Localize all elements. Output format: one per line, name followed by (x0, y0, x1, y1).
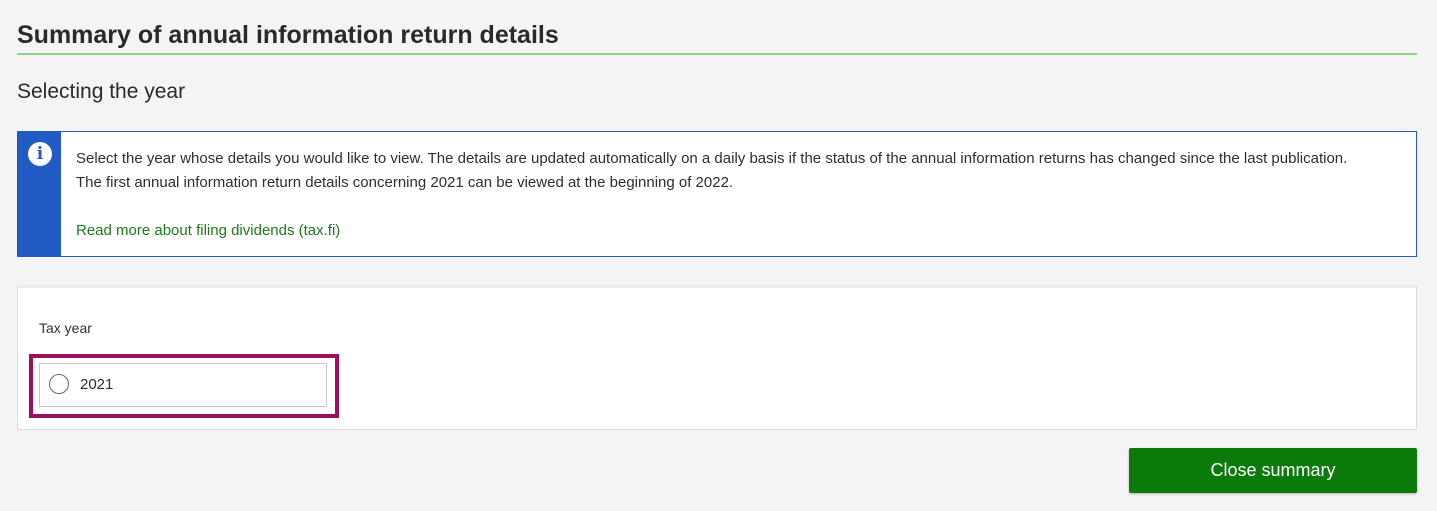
tax-year-card: Tax year 2021 (17, 285, 1417, 430)
info-icon: i (28, 142, 52, 166)
tax-year-option-2021[interactable]: 2021 (39, 363, 327, 407)
info-strip: i (18, 132, 61, 256)
radio-button[interactable] (49, 374, 69, 394)
info-notice: i Select the year whose details you woul… (17, 131, 1417, 257)
close-summary-button[interactable]: Close summary (1129, 448, 1417, 493)
read-more-link[interactable]: Read more about filing dividends (tax.fi… (76, 219, 340, 243)
page-title: Summary of annual information return det… (17, 21, 559, 49)
radio-highlight-frame: 2021 (29, 354, 339, 418)
section-title: Selecting the year (17, 80, 186, 103)
title-divider (17, 53, 1417, 55)
radio-option-label: 2021 (80, 376, 114, 393)
info-text: Select the year whose details you would … (76, 150, 1348, 191)
tax-year-label: Tax year (39, 320, 92, 336)
